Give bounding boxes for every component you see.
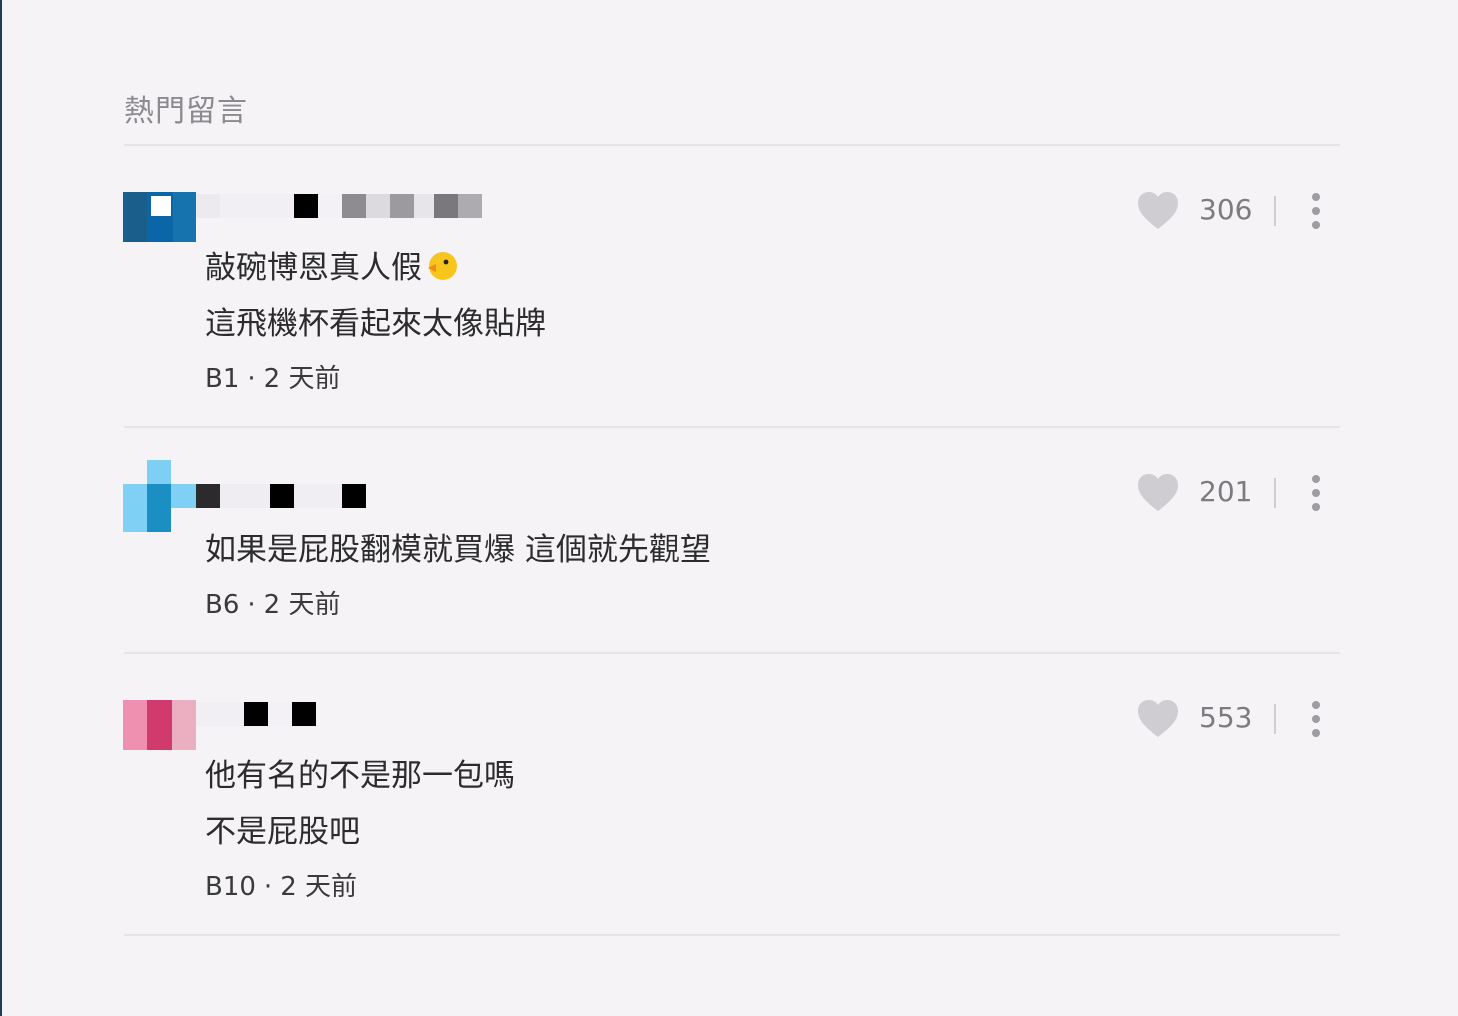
heart-icon[interactable] — [1137, 191, 1179, 231]
comment-meta: B1 · 2 天前 — [205, 358, 340, 395]
heart-icon[interactable] — [1137, 699, 1179, 739]
separator — [1274, 478, 1276, 508]
meta-separator: · — [247, 364, 256, 394]
divider — [124, 934, 1340, 936]
separator — [1274, 196, 1276, 226]
section-title: 熱門留言 — [124, 94, 248, 129]
comment-text-line: 不是屁股吧 — [205, 814, 360, 850]
username-blurred[interactable] — [196, 701, 316, 727]
floor-number: B6 — [205, 590, 240, 620]
avatar[interactable] — [123, 700, 196, 750]
divider — [124, 652, 1340, 654]
like-count: 201 — [1199, 475, 1253, 508]
username-blurred[interactable] — [196, 483, 366, 509]
comment-meta: B6 · 2 天前 — [205, 584, 340, 621]
divider — [124, 426, 1340, 428]
like-count: 553 — [1199, 701, 1253, 734]
post-time: 2 天前 — [280, 872, 357, 902]
post-time: 2 天前 — [263, 590, 341, 620]
comment-text-line: 敲碗博恩真人假 — [205, 242, 460, 287]
separator — [1274, 704, 1276, 734]
comment-meta: B10 · 2 天前 — [205, 866, 357, 903]
more-vertical-icon[interactable] — [1306, 193, 1326, 229]
chick-emoji-icon — [424, 250, 460, 282]
post-time: 2 天前 — [263, 364, 341, 394]
avatar[interactable] — [123, 192, 196, 242]
floor-number: B1 — [205, 364, 240, 394]
meta-separator: · — [247, 590, 256, 620]
divider — [124, 144, 1340, 146]
comment-text-line: 如果是屁股翻模就買爆 這個就先觀望 — [205, 532, 711, 568]
username-blurred[interactable] — [196, 193, 482, 219]
avatar[interactable] — [123, 460, 196, 532]
more-vertical-icon[interactable] — [1306, 475, 1326, 511]
comment-text-line: 他有名的不是那一包嗎 — [205, 758, 515, 794]
floor-number: B10 — [205, 872, 256, 902]
meta-separator: · — [263, 872, 273, 902]
more-vertical-icon[interactable] — [1306, 701, 1326, 737]
comment-text-line: 這飛機杯看起來太像貼牌 — [205, 306, 546, 342]
heart-icon[interactable] — [1137, 473, 1179, 513]
like-count: 306 — [1199, 193, 1253, 226]
